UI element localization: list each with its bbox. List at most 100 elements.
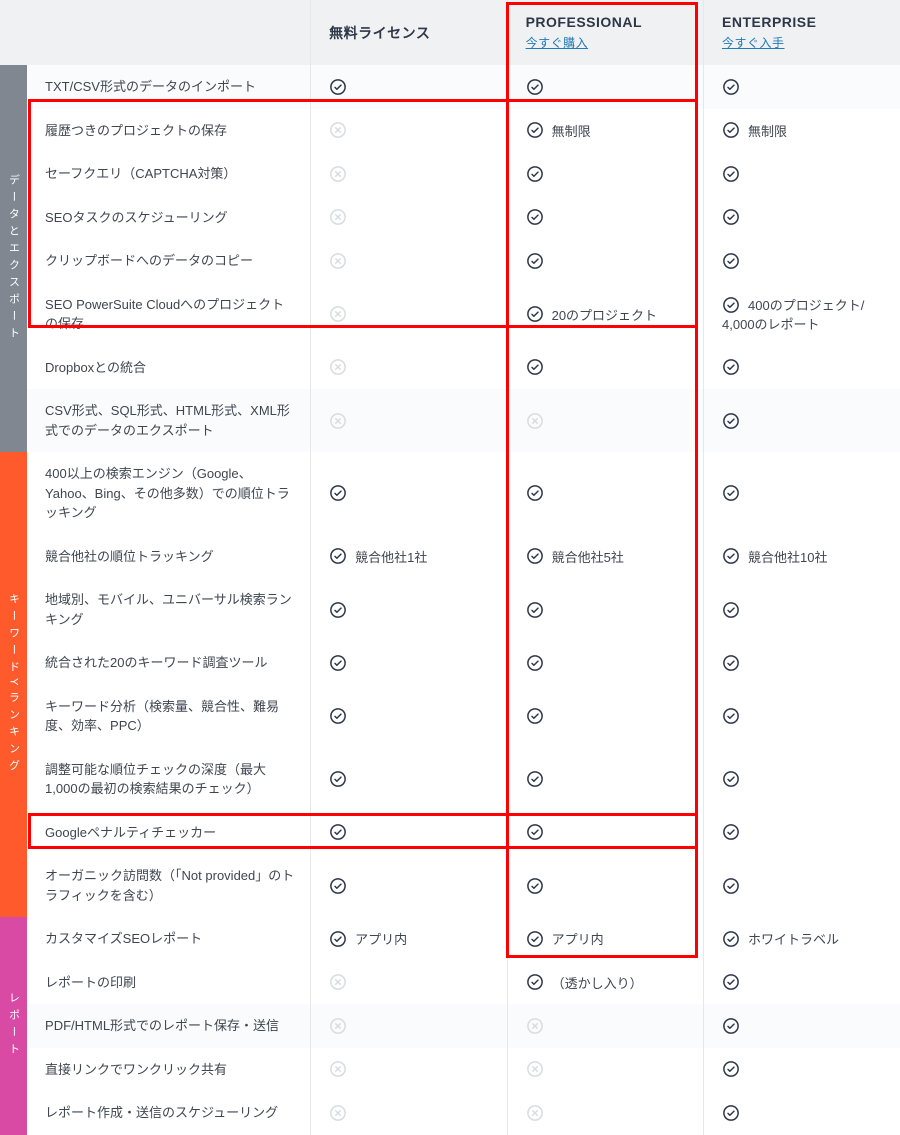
cell-text: アプリ内 <box>355 932 407 947</box>
cross-icon <box>329 121 347 139</box>
cell-free <box>311 1048 507 1092</box>
cross-icon <box>526 412 544 430</box>
header-blank-side <box>0 0 27 65</box>
cross-icon <box>526 1104 544 1122</box>
table-row: 競合他社の順位トラッキング競合他社1社競合他社5社競合他社10社 <box>0 535 900 579</box>
cell-free <box>311 578 507 641</box>
cell-professional <box>507 346 703 390</box>
table-row: レポートカスタマイズSEOレポートアプリ内アプリ内ホワイトラベル <box>0 917 900 961</box>
cell-free <box>311 811 507 855</box>
cell-free <box>311 854 507 917</box>
cell-free <box>311 685 507 748</box>
cell-text: （透かし入り） <box>552 976 643 991</box>
cell-enterprise <box>704 389 900 452</box>
cross-icon <box>329 1017 347 1035</box>
check-icon <box>722 165 740 183</box>
feature-label: TXT/CSV形式のデータのインポート <box>27 65 311 109</box>
table-row: PDF/HTML形式でのレポート保存・送信 <box>0 1004 900 1048</box>
check-icon <box>329 707 347 725</box>
cell-free: アプリ内 <box>311 917 507 961</box>
table-row: データとエクスポートTXT/CSV形式のデータのインポート <box>0 65 900 109</box>
check-icon <box>722 1060 740 1078</box>
cross-icon <box>329 358 347 376</box>
feature-label: 調整可能な順位チェックの深度（最大1,000の最初の検索結果のチェック） <box>27 748 311 811</box>
cell-text: 競合他社10社 <box>748 550 827 565</box>
check-icon <box>526 823 544 841</box>
cell-free <box>311 641 507 685</box>
check-icon <box>526 305 544 323</box>
feature-label: 競合他社の順位トラッキング <box>27 535 311 579</box>
cell-free <box>311 346 507 390</box>
plan-title: ENTERPRISE <box>722 14 816 30</box>
cell-professional: 無制限 <box>507 109 703 153</box>
cell-free <box>311 283 507 346</box>
cell-enterprise <box>704 578 900 641</box>
table-row: クリップボードへのデータのコピー <box>0 239 900 283</box>
cell-enterprise <box>704 685 900 748</box>
check-icon <box>722 930 740 948</box>
check-icon <box>722 358 740 376</box>
cell-professional <box>507 389 703 452</box>
cell-enterprise: 競合他社10社 <box>704 535 900 579</box>
check-icon <box>722 770 740 788</box>
cell-professional <box>507 641 703 685</box>
cell-professional <box>507 685 703 748</box>
cell-text: アプリ内 <box>552 932 604 947</box>
table-row: 調整可能な順位チェックの深度（最大1,000の最初の検索結果のチェック） <box>0 748 900 811</box>
cell-free <box>311 239 507 283</box>
check-icon <box>526 973 544 991</box>
feature-label: カスタマイズSEOレポート <box>27 917 311 961</box>
plan-header-enterprise: ENTERPRISE 今すぐ入手 <box>704 0 900 65</box>
cell-enterprise <box>704 854 900 917</box>
cross-icon <box>329 165 347 183</box>
cell-text: 400のプロジェクト/ 4,000のレポート <box>722 298 864 332</box>
check-icon <box>722 252 740 270</box>
feature-label: 400以上の検索エンジン（Google、Yahoo、Bing、その他多数）での順… <box>27 452 311 535</box>
check-icon <box>526 601 544 619</box>
cell-professional <box>507 1004 703 1048</box>
check-icon <box>526 252 544 270</box>
feature-label: Googleペナルティチェッカー <box>27 811 311 855</box>
table-row: セーフクエリ（CAPTCHA対策） <box>0 152 900 196</box>
table-row: SEO PowerSuite Cloudへのプロジェクトの保存20のプロジェクト… <box>0 283 900 346</box>
feature-label: クリップボードへのデータのコピー <box>27 239 311 283</box>
check-icon <box>526 358 544 376</box>
plan-title: PROFESSIONAL <box>526 14 642 30</box>
cell-professional: 競合他社5社 <box>507 535 703 579</box>
table-row: レポートの印刷 （透かし入り） <box>0 961 900 1005</box>
plan-header-free: 無料ライセンス <box>311 0 507 65</box>
cell-enterprise <box>704 65 900 109</box>
cell-enterprise: ホワイトラベル <box>704 917 900 961</box>
buy-now-link[interactable]: 今すぐ購入 <box>526 34 685 51</box>
cell-professional: （透かし入り） <box>507 961 703 1005</box>
check-icon <box>526 78 544 96</box>
check-icon <box>722 296 740 314</box>
check-icon <box>526 654 544 672</box>
cell-enterprise <box>704 1091 900 1135</box>
check-icon <box>329 484 347 502</box>
cell-text: 無制限 <box>748 124 787 139</box>
cell-enterprise <box>704 452 900 535</box>
check-icon <box>722 484 740 502</box>
cell-free <box>311 1091 507 1135</box>
table-row: Googleペナルティチェッカー <box>0 811 900 855</box>
feature-label: レポートの印刷 <box>27 961 311 1005</box>
cell-professional <box>507 811 703 855</box>
feature-label: オーガニック訪問数（「Not provided」のトラフィックを含む） <box>27 854 311 917</box>
cell-enterprise <box>704 961 900 1005</box>
cell-professional <box>507 748 703 811</box>
feature-label: SEOタスクのスケジューリング <box>27 196 311 240</box>
cell-text: 20のプロジェクト <box>552 308 657 323</box>
get-now-link[interactable]: 今すぐ入手 <box>722 34 882 51</box>
cell-enterprise <box>704 196 900 240</box>
cell-enterprise <box>704 152 900 196</box>
check-icon <box>722 547 740 565</box>
feature-label: キーワード分析（検索量、競合性、難易度、効率、PPC） <box>27 685 311 748</box>
check-icon <box>722 412 740 430</box>
cell-free <box>311 65 507 109</box>
cell-enterprise <box>704 239 900 283</box>
category-label: データとエクスポート <box>0 65 27 452</box>
cell-enterprise: 無制限 <box>704 109 900 153</box>
cross-icon <box>526 1060 544 1078</box>
cell-professional <box>507 65 703 109</box>
